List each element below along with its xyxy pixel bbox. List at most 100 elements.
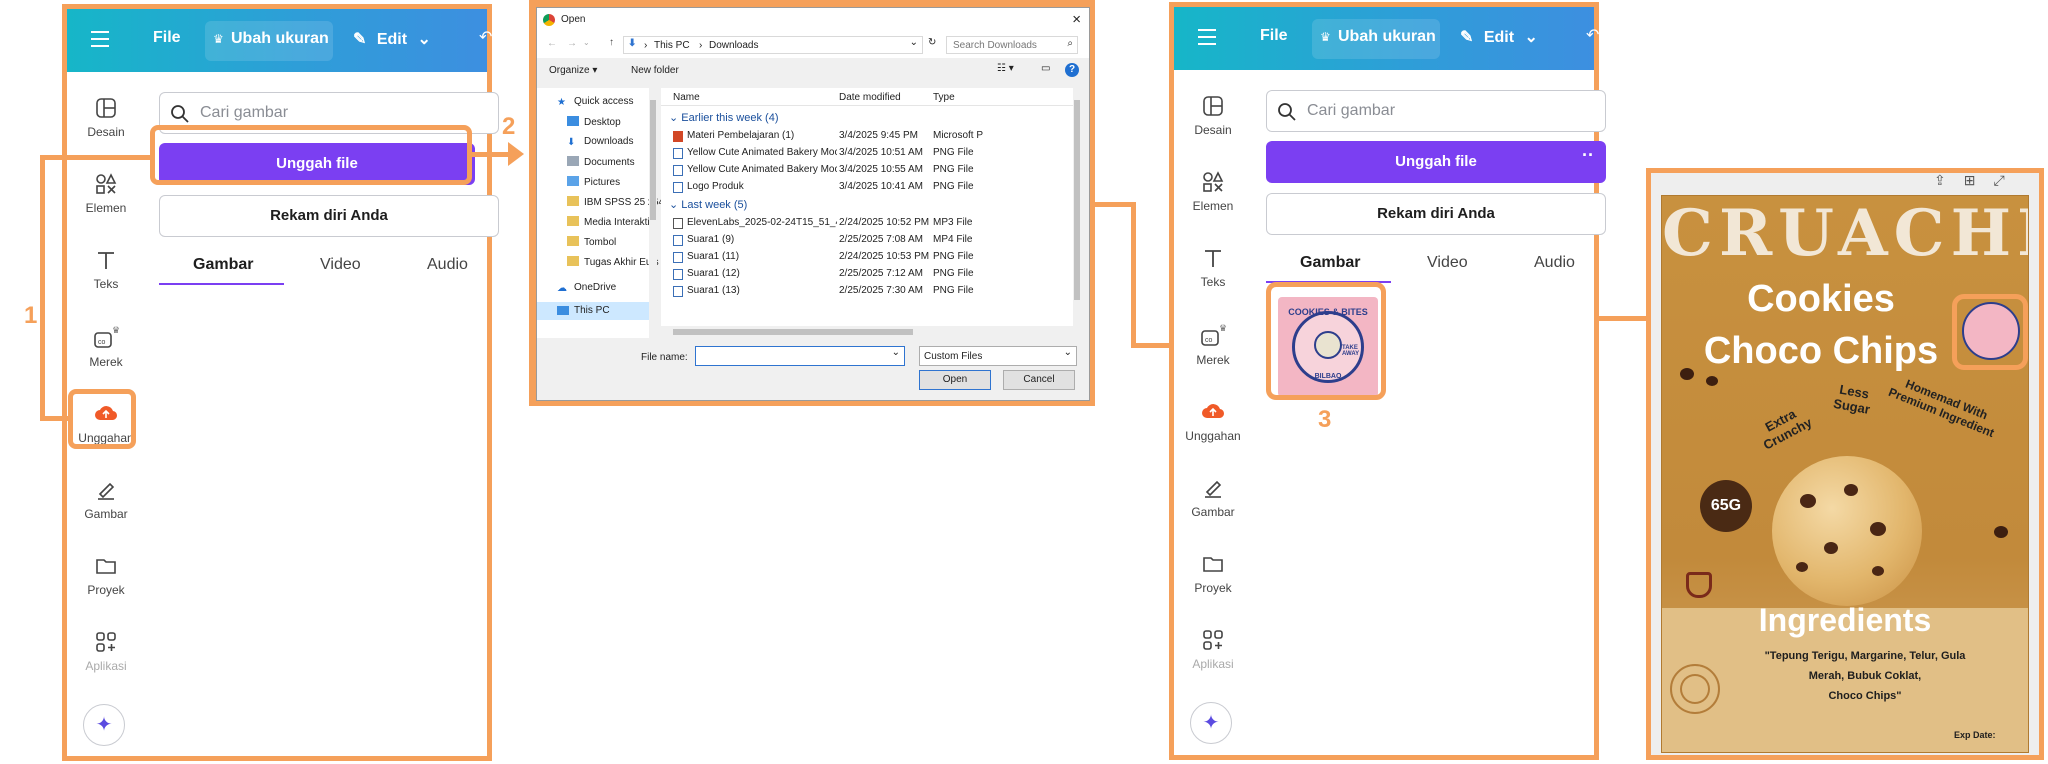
column-name[interactable]: Name (673, 92, 700, 103)
nav-downloads[interactable]: ⬇ Downloads (567, 136, 633, 148)
editor-top-bar: File ♛ Ubah ukuran ✎ Edit ⌄ ↶ (67, 9, 492, 72)
vertical-scrollbar[interactable] (1073, 88, 1081, 338)
tab-audio[interactable]: Audio (427, 256, 468, 274)
nav-onedrive[interactable]: ☁ OneDrive (557, 282, 616, 294)
open-button[interactable]: Open (919, 370, 991, 390)
horizontal-scrollbar[interactable] (661, 326, 1073, 338)
magic-sparkle-button[interactable]: ✦ (83, 704, 125, 746)
rail-item-merek[interactable]: co ♛ Merek (1174, 323, 1252, 367)
magic-sparkle-button[interactable]: ✦ (1190, 702, 1232, 744)
hamburger-icon[interactable] (91, 31, 109, 47)
file-row[interactable]: Yellow Cute Animated Bakery Mock Up P...… (661, 145, 1081, 162)
nav-desktop[interactable]: Desktop (567, 116, 621, 128)
edit-menu[interactable]: ✎ Edit ⌄ (1460, 27, 1538, 47)
more-options-icon[interactable]: ·· (1582, 145, 1594, 166)
tab-video[interactable]: Video (1427, 254, 1468, 272)
rail-item-proyek[interactable]: Proyek (1174, 553, 1252, 595)
close-icon[interactable]: × (1072, 11, 1081, 28)
rail-item-proyek[interactable]: Proyek (67, 555, 145, 597)
file-row[interactable]: Logo Produk 3/4/2025 10:41 AM PNG File (661, 179, 1081, 196)
file-menu[interactable]: File (1260, 27, 1288, 45)
file-row[interactable]: Suara1 (12) 2/25/2025 7:12 AM PNG File (661, 266, 1081, 283)
rail-item-teks[interactable]: Teks (1174, 247, 1252, 289)
layout-icon (1203, 96, 1223, 116)
refresh-icon[interactable]: ↻ (928, 37, 936, 48)
nav-this-pc[interactable]: This PC (537, 302, 649, 320)
resize-button[interactable]: ♛ Ubah ukuran (1312, 19, 1440, 59)
column-type[interactable]: Type (933, 92, 955, 103)
chevron-down-icon: ⌄ (1063, 347, 1072, 358)
image-file-icon (673, 269, 683, 280)
tab-gambar[interactable]: Gambar (1300, 254, 1360, 272)
file-menu[interactable]: File (153, 29, 181, 47)
apps-icon (1203, 630, 1223, 650)
rail-item-desain[interactable]: Desain (1174, 95, 1252, 137)
search-downloads-input[interactable]: Search Downloads ⌕ (946, 36, 1078, 54)
step-number-1: 1 (24, 302, 38, 329)
nav-documents[interactable]: Documents (567, 156, 635, 168)
tab-video[interactable]: Video (320, 256, 361, 274)
nav-folder[interactable]: Tugas Akhir Euis (567, 256, 659, 268)
chevron-down-icon[interactable]: ⌄ (583, 38, 590, 47)
organize-menu[interactable]: Organize ▾ (549, 65, 597, 76)
file-type-filter[interactable]: Custom Files ⌄ (919, 346, 1077, 366)
rail-item-aplikasi[interactable]: Aplikasi (1174, 629, 1252, 671)
chocolate-chip (1680, 368, 1694, 380)
edit-menu[interactable]: ✎ Edit ⌄ (353, 29, 431, 49)
file-row[interactable]: ElevenLabs_2025-02-24T15_51_44_Putri M..… (661, 215, 1081, 232)
group-header-last-week[interactable]: ⌄ Last week (5) (669, 198, 747, 211)
rail-item-aplikasi[interactable]: Aplikasi (67, 631, 145, 673)
rail-item-gambar[interactable]: Gambar (1174, 477, 1252, 519)
upload-file-button[interactable]: Unggah file (1266, 141, 1606, 183)
rail-label: Aplikasi (1192, 657, 1234, 671)
cancel-button[interactable]: Cancel (1003, 370, 1075, 390)
record-yourself-button[interactable]: Rekam diri Anda (159, 195, 499, 237)
nav-folder[interactable]: Media Interaktif (567, 216, 652, 228)
highlight-unggahan (68, 389, 136, 449)
address-bar[interactable]: ⬇ › This PC › Downloads ⌄ (623, 36, 923, 54)
file-row[interactable]: Yellow Cute Animated Bakery Mock Up P...… (661, 162, 1081, 179)
rail-item-desain[interactable]: Desain (67, 97, 145, 139)
filename-input[interactable]: ⌄ (695, 346, 905, 366)
weight-text: 65G (1710, 497, 1742, 514)
rail-label: Teks (1200, 275, 1226, 289)
editor-panel-1: File ♛ Ubah ukuran ✎ Edit ⌄ ↶ Desain Ele… (62, 4, 499, 761)
hamburger-icon[interactable] (1198, 29, 1216, 45)
dialog-title-bar: Open × (537, 8, 1089, 32)
rail-label: Desain (87, 125, 125, 139)
forward-arrow-icon[interactable]: → (567, 38, 577, 49)
preview-pane-icon[interactable]: ▭ (1041, 63, 1050, 74)
resize-button[interactable]: ♛ Ubah ukuran (205, 21, 333, 61)
view-options-icon[interactable]: ☷ ▾ (997, 63, 1014, 74)
poster-canvas[interactable]: CRUACHI Cookies Choco Chips Less Sugar E… (1661, 195, 2029, 753)
new-folder-button[interactable]: New folder (631, 65, 679, 76)
rail-item-unggahan[interactable]: Unggahan (1174, 401, 1252, 443)
file-row[interactable]: Suara1 (13) 2/25/2025 7:30 AM PNG File (661, 283, 1081, 300)
rail-item-gambar[interactable]: Gambar (67, 479, 145, 521)
back-arrow-icon[interactable]: ← (547, 38, 557, 49)
search-placeholder: Cari gambar (200, 104, 289, 121)
rail-item-teks[interactable]: Teks (67, 249, 145, 291)
record-yourself-button[interactable]: Rekam diri Anda (1266, 193, 1606, 235)
up-arrow-icon[interactable]: ↑ (609, 37, 614, 48)
breadcrumb-downloads[interactable]: Downloads (709, 40, 758, 51)
help-icon[interactable]: ? (1065, 63, 1079, 77)
column-date[interactable]: Date modified (839, 92, 901, 103)
tab-gambar[interactable]: Gambar (193, 256, 253, 274)
image-search-input[interactable]: Cari gambar (1266, 90, 1606, 132)
undo-icon[interactable]: ↶ (1586, 25, 1599, 45)
nav-pictures[interactable]: Pictures (567, 176, 620, 188)
nav-quick-access[interactable]: ★ Quick access (557, 96, 633, 108)
group-header-earlier[interactable]: ⌄ Earlier this week (4) (669, 111, 778, 124)
rail-item-elemen[interactable]: Elemen (1174, 171, 1252, 213)
tab-audio[interactable]: Audio (1534, 254, 1575, 272)
nav-folder[interactable]: Tombol (567, 236, 616, 248)
rail-item-elemen[interactable]: Elemen (67, 173, 145, 215)
undo-icon[interactable]: ↶ (479, 27, 492, 47)
file-row[interactable]: Suara1 (11) 2/24/2025 10:53 PM PNG File (661, 249, 1081, 266)
breadcrumb-this-pc[interactable]: This PC (654, 40, 690, 51)
file-row[interactable]: Materi Pembelajaran (1) 3/4/2025 9:45 PM M… (661, 128, 1081, 145)
nav-scrollbar[interactable] (649, 88, 657, 338)
rail-item-merek[interactable]: co ♛ Merek (67, 325, 145, 369)
file-row[interactable]: Suara1 (9) 2/25/2025 7:08 AM MP4 File (661, 232, 1081, 249)
